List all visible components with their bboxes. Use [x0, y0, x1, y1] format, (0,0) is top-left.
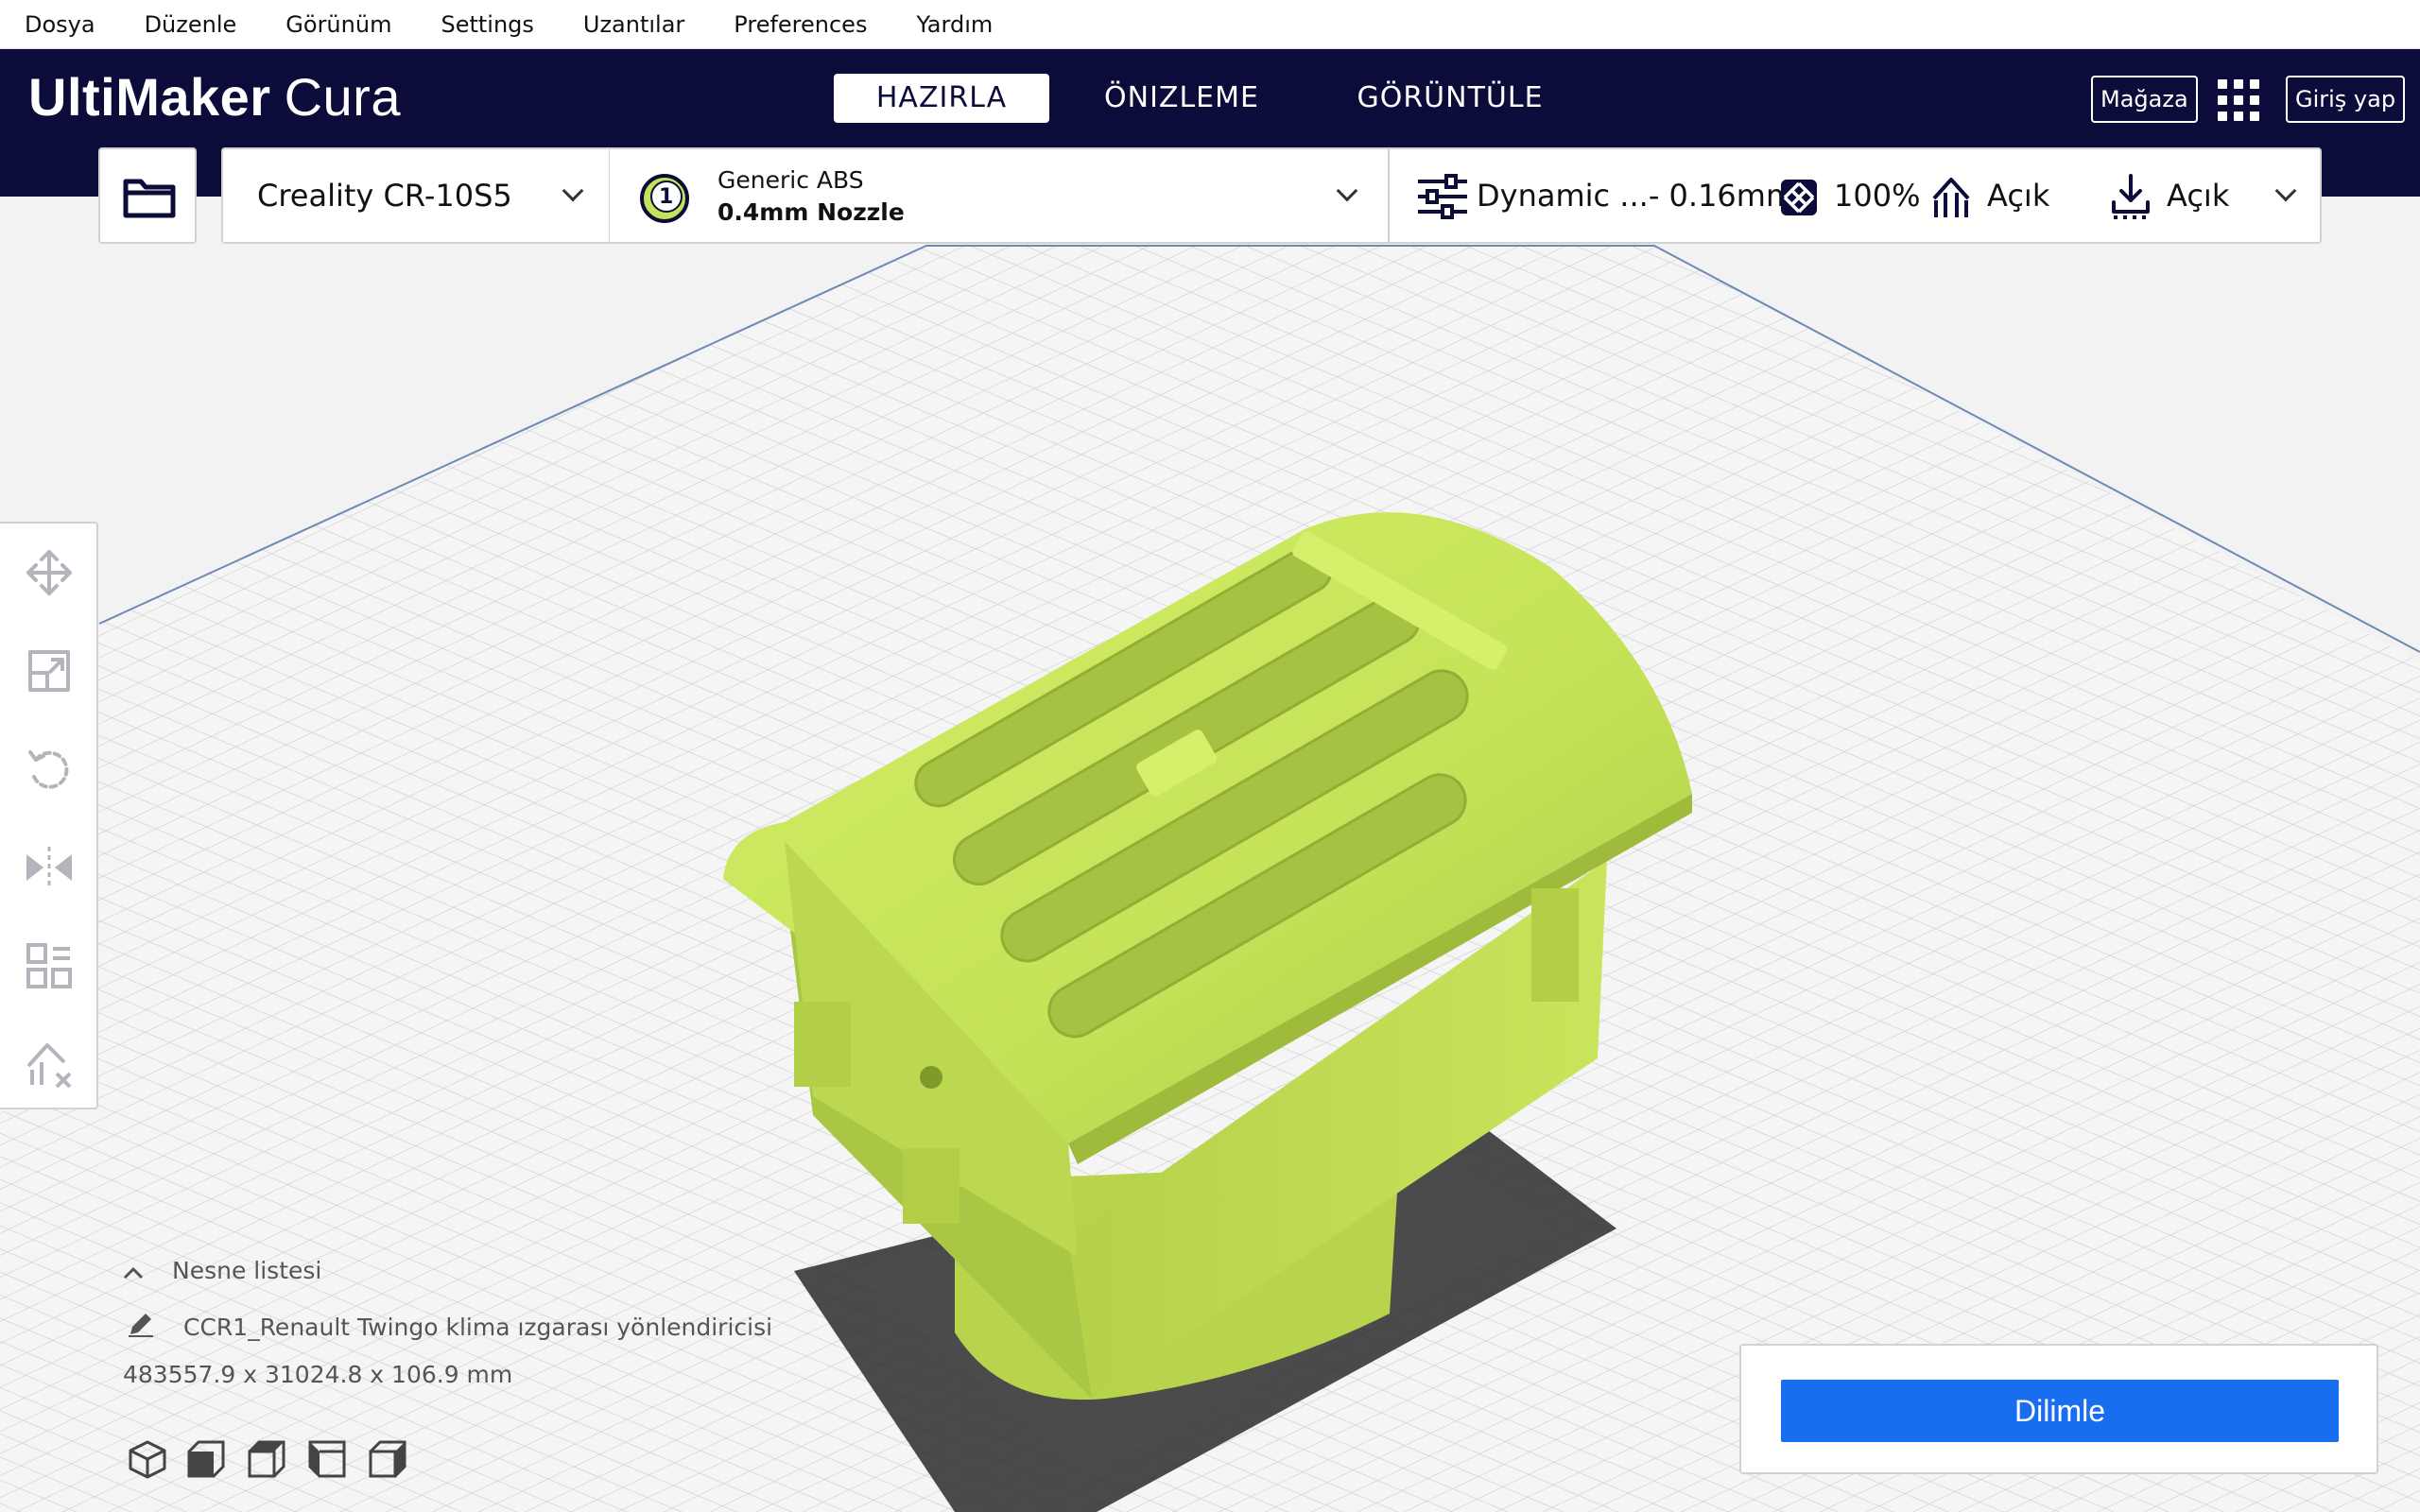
app-logo: UltiMaker Cura [28, 66, 401, 128]
folder-icon [123, 179, 176, 218]
menu-edit[interactable]: Düzenle [145, 11, 237, 38]
apps-grid-icon[interactable] [2218, 79, 2259, 121]
menu-preferences[interactable]: Preferences [734, 11, 867, 38]
chevron-down-icon [1336, 180, 1358, 202]
slice-button[interactable]: Dilimle [1781, 1380, 2339, 1442]
material-selector[interactable]: 1 Generic ABS 0.4mm Nozzle [609, 147, 1390, 244]
move-tool-icon[interactable] [23, 546, 76, 599]
chevron-up-icon[interactable] [123, 1266, 144, 1280]
sliders-icon [1418, 174, 1467, 219]
infill-value: 100% [1834, 178, 1921, 214]
view-right-icon[interactable] [367, 1438, 408, 1480]
object-name: CCR1_Renault Twingo klima ızgarası yönle… [183, 1314, 773, 1341]
rotate-tool-icon[interactable] [23, 743, 76, 796]
print-settings-selector[interactable]: Dynamic ...- 0.16mm 100% Açık Açık [1388, 147, 2322, 244]
menu-view[interactable]: Görünüm [285, 11, 391, 38]
view-3d-icon[interactable] [127, 1438, 168, 1480]
menu-extensions[interactable]: Uzantılar [583, 11, 684, 38]
stage-tab-prepare[interactable]: HAZIRLA [834, 74, 1049, 123]
printer-selector[interactable]: Creality CR-10S5 [221, 147, 611, 244]
object-list-header[interactable]: Nesne listesi [172, 1257, 321, 1284]
menu-settings[interactable]: Settings [441, 11, 533, 38]
scale-tool-icon[interactable] [23, 644, 76, 697]
open-file-button[interactable] [98, 147, 197, 244]
marketplace-button[interactable]: Mağaza [2091, 76, 2198, 123]
view-top-icon[interactable] [246, 1438, 287, 1480]
stage-tab-preview[interactable]: ÖNIZLEME [1074, 74, 1289, 123]
infill-icon [1781, 180, 1817, 215]
sign-in-button[interactable]: Giriş yap [2286, 76, 2406, 123]
chevron-down-icon [562, 180, 584, 202]
material-name: Generic ABS [717, 166, 864, 194]
tool-panel [0, 522, 98, 1109]
adhesion-value: Açık [2167, 178, 2230, 214]
nozzle-size: 0.4mm Nozzle [717, 198, 905, 226]
profile-name: Dynamic ...- 0.16mm [1477, 178, 1796, 214]
adhesion-icon [2112, 174, 2150, 219]
per-model-settings-icon[interactable] [23, 939, 76, 992]
printer-name: Creality CR-10S5 [257, 178, 512, 214]
mirror-tool-icon[interactable] [23, 841, 76, 894]
view-front-icon[interactable] [185, 1438, 227, 1480]
slice-panel: Dilimle [1739, 1344, 2378, 1474]
logo-light: Cura [284, 67, 401, 127]
stage-tab-monitor[interactable]: GÖRÜNTÜLE [1342, 74, 1558, 123]
menu-help[interactable]: Yardım [916, 11, 993, 38]
support-icon [1932, 178, 1970, 217]
support-value: Açık [1987, 178, 2050, 214]
menu-bar: Dosya Düzenle Görünüm Settings Uzantılar… [0, 0, 2420, 49]
main-toolbar: Creality CR-10S5 1 Generic ABS 0.4mm Noz… [0, 147, 2420, 246]
object-dimensions: 483557.9 x 31024.8 x 106.9 mm [123, 1361, 513, 1388]
logo-bold: UltiMaker [28, 67, 271, 127]
extruder-number: 1 [659, 185, 674, 209]
menu-file[interactable]: Dosya [25, 11, 95, 38]
support-blocker-icon[interactable] [23, 1038, 76, 1091]
view-left-icon[interactable] [306, 1438, 348, 1480]
chevron-down-icon [2274, 180, 2297, 202]
pencil-icon[interactable] [127, 1310, 155, 1338]
